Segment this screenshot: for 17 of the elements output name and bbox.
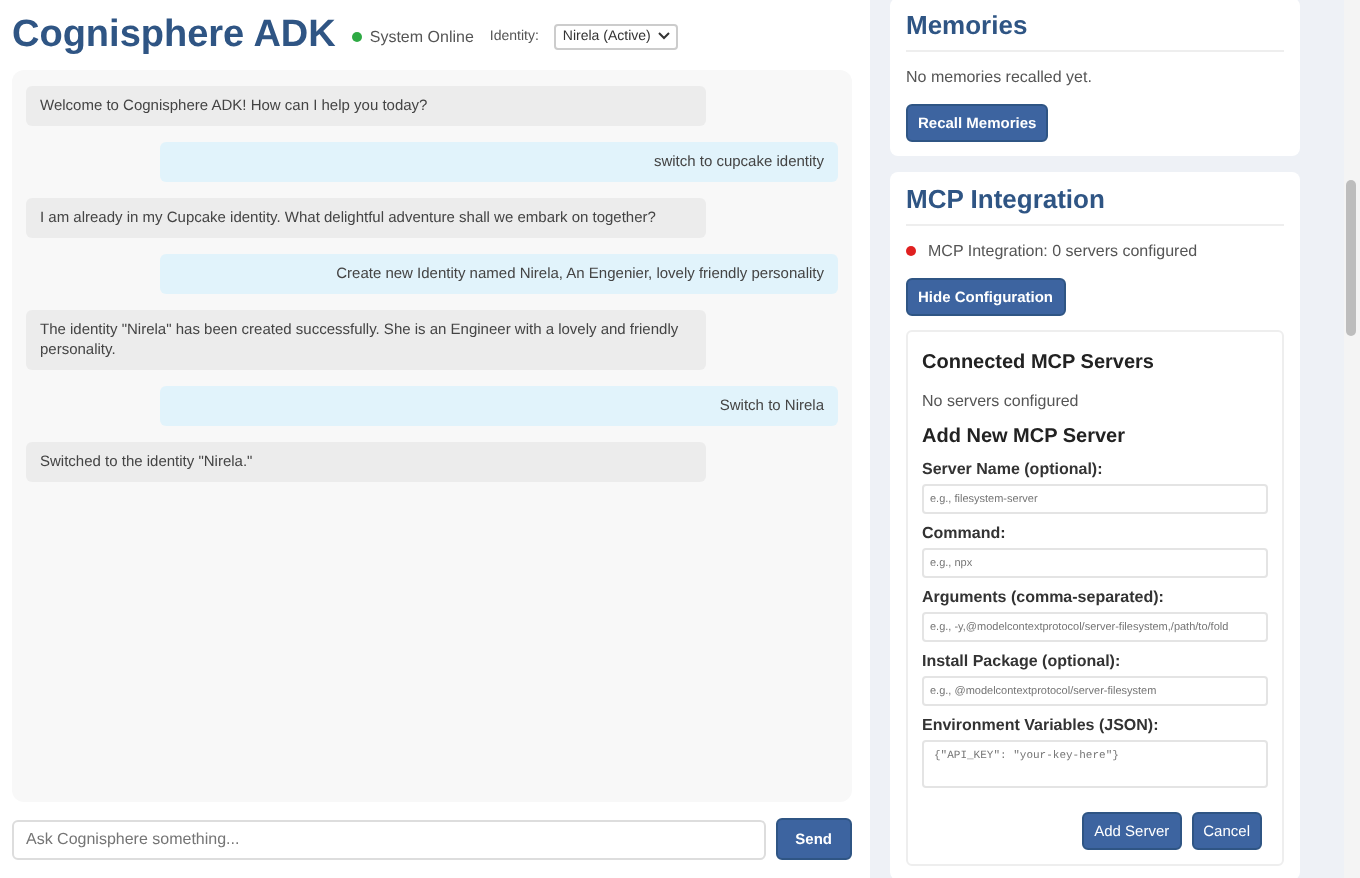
card-title: MCP Integration [906, 184, 1284, 226]
field-label: Arguments (comma-separated): [922, 588, 1166, 606]
section-heading: Add New MCP Server [922, 426, 1128, 448]
app-title: Cognisphere ADK [12, 14, 336, 58]
card-title: Memories [906, 10, 1284, 52]
field-label: Environment Variables (JSON): [922, 716, 1161, 734]
mcp-status-text: MCP Integration: 0 servers configured [928, 242, 1198, 260]
message-input[interactable]: Ask Cognisphere something... [12, 819, 766, 859]
field-label: Install Package (optional): [922, 652, 1123, 670]
section-heading: Connected MCP Servers [922, 352, 1156, 374]
chevron-icon [658, 32, 671, 40]
memories-empty-text: No memories recalled yet. [906, 68, 1094, 86]
field-label: Server Name (optional): [922, 460, 1105, 478]
servers-empty-text: No servers configured [922, 392, 1081, 410]
field-label: Command: [922, 524, 1008, 542]
scrollbar[interactable] [1344, 0, 1360, 878]
status-text: System Online [369, 27, 474, 45]
